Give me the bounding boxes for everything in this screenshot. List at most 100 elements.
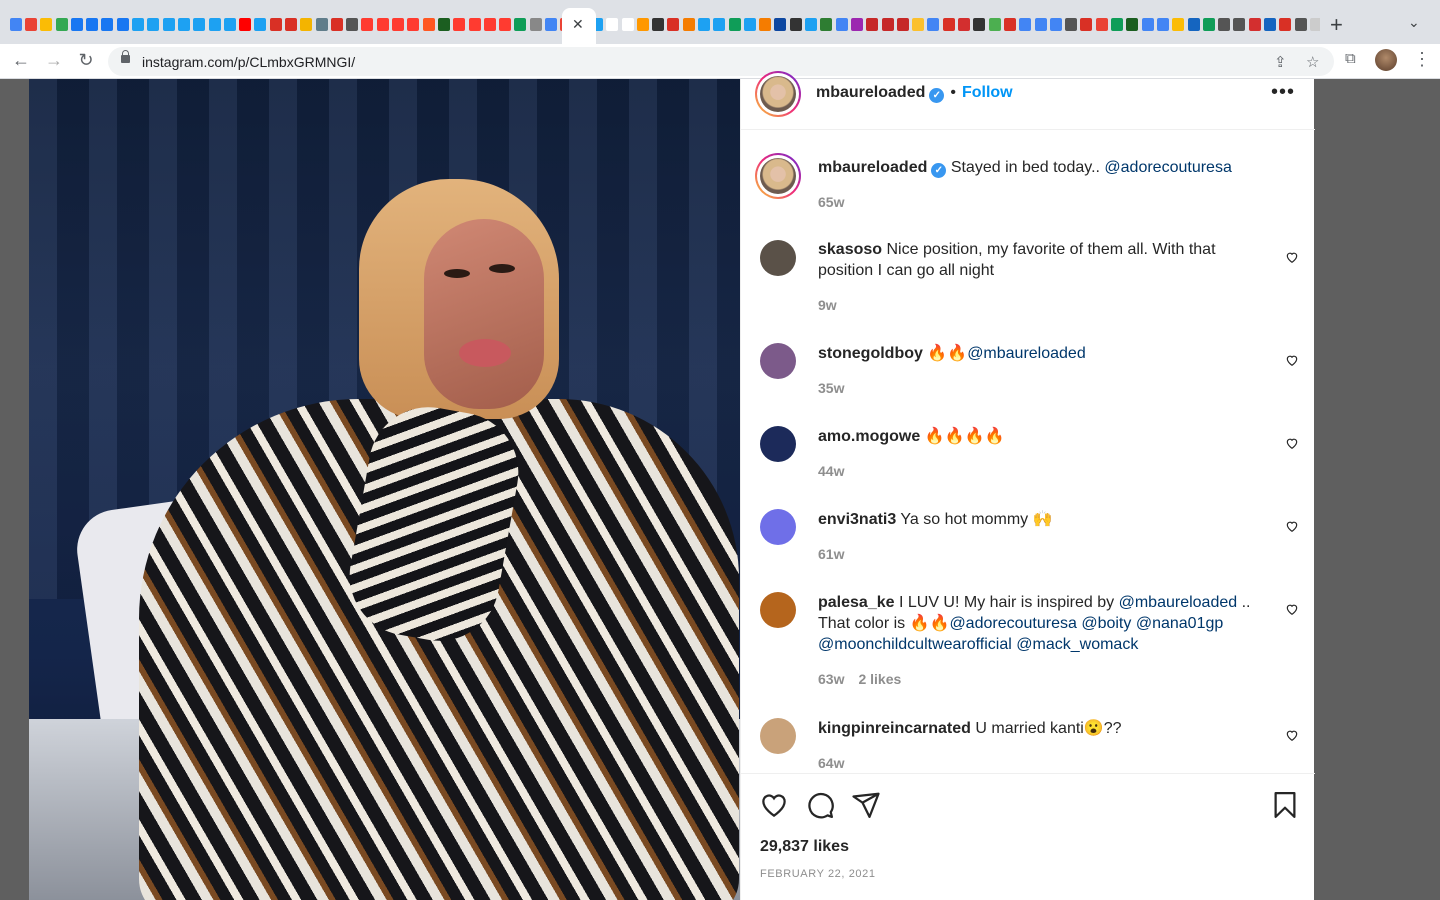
tab-favicon-icon[interactable] — [788, 15, 803, 33]
tab-favicon-icon[interactable] — [1278, 15, 1293, 33]
author-username[interactable]: mbaureloaded — [816, 84, 925, 101]
tab-favicon-icon[interactable] — [513, 15, 528, 33]
profile-avatar[interactable] — [1375, 49, 1397, 71]
tab-favicon-icon[interactable] — [972, 15, 987, 33]
comment-age[interactable]: 44w — [818, 463, 844, 479]
tab-favicon-icon[interactable] — [467, 15, 482, 33]
comment-like-heart-icon[interactable] — [1285, 436, 1299, 450]
tab-favicon-icon[interactable] — [498, 15, 513, 33]
tab-favicon-icon[interactable] — [84, 15, 99, 33]
tab-favicon-icon[interactable] — [253, 15, 268, 33]
tab-favicon-icon[interactable] — [605, 15, 620, 33]
tab-favicon-icon[interactable] — [528, 15, 543, 33]
tab-favicon-icon[interactable] — [1155, 15, 1170, 33]
tab-favicon-icon[interactable] — [543, 15, 558, 33]
tab-favicon-icon[interactable] — [1079, 15, 1094, 33]
tab-favicon-icon[interactable] — [436, 15, 451, 33]
comment-avatar[interactable] — [760, 343, 796, 379]
tab-favicon-icon[interactable] — [237, 15, 252, 33]
tab-favicon-icon[interactable] — [1216, 15, 1231, 33]
tab-favicon-icon[interactable] — [758, 15, 773, 33]
tab-favicon-icon[interactable] — [345, 15, 360, 33]
comment-like-heart-icon[interactable] — [1285, 728, 1299, 742]
tab-search-icon[interactable]: ⌄ — [1408, 14, 1420, 31]
mention-link[interactable]: @adorecouturesa — [1104, 159, 1231, 176]
tab-favicon-icon[interactable] — [834, 15, 849, 33]
tab-favicon-icon[interactable] — [1293, 15, 1308, 33]
comment-like-heart-icon[interactable] — [1285, 353, 1299, 367]
tab-favicon-icon[interactable] — [1247, 15, 1262, 33]
tab-favicon-icon[interactable] — [1094, 15, 1109, 33]
tab-favicon-icon[interactable] — [849, 15, 864, 33]
tab-favicon-icon[interactable] — [681, 15, 696, 33]
post-photo[interactable] — [29, 79, 740, 900]
tab-favicon-icon[interactable] — [865, 15, 880, 33]
back-icon[interactable]: ← — [10, 50, 32, 71]
tab-favicon-icon[interactable] — [1262, 15, 1277, 33]
extensions-icon[interactable]: ⧉ — [1345, 50, 1356, 67]
tab-favicon-icon[interactable] — [650, 15, 665, 33]
tab-favicon-icon[interactable] — [1033, 15, 1048, 33]
tab-favicon-icon[interactable] — [773, 15, 788, 33]
tab-favicon-icon[interactable] — [1186, 15, 1201, 33]
comment-like-heart-icon[interactable] — [1285, 250, 1299, 264]
comment-age[interactable]: 61w — [818, 546, 844, 562]
active-tab[interactable]: ✕ — [562, 8, 596, 44]
comment-username[interactable]: skasoso — [818, 241, 882, 258]
tab-favicon-icon[interactable] — [207, 15, 222, 33]
close-tab-icon[interactable]: ✕ — [572, 16, 584, 33]
mention-link[interactable]: @boity — [1081, 615, 1131, 632]
tab-favicon-icon[interactable] — [176, 15, 191, 33]
comment-age[interactable]: 63w — [818, 671, 844, 687]
tab-favicon-icon[interactable] — [69, 15, 84, 33]
tab-favicon-icon[interactable] — [406, 15, 421, 33]
tab-favicon-icon[interactable] — [146, 15, 161, 33]
caption-avatar[interactable] — [755, 153, 801, 199]
url-text[interactable]: instagram.com/p/CLmbxGRMNGI/ — [142, 54, 355, 70]
tab-favicon-icon[interactable] — [666, 15, 681, 33]
tab-favicon-icon[interactable] — [115, 15, 130, 33]
tab-favicon-icon[interactable] — [8, 15, 23, 33]
comment-username[interactable]: kingpinreincarnated — [818, 720, 971, 737]
paper-plane-icon[interactable] — [851, 790, 881, 820]
likes-count[interactable]: 29,837 likes — [760, 838, 849, 856]
comment-avatar[interactable] — [760, 426, 796, 462]
tab-favicon-icon[interactable] — [1171, 15, 1186, 33]
share-icon[interactable]: ⇪ — [1274, 53, 1287, 71]
tab-favicon-icon[interactable] — [1018, 15, 1033, 33]
tab-favicon-icon[interactable] — [482, 15, 497, 33]
comment-likes-count[interactable]: 2 likes — [858, 671, 901, 687]
comment-username[interactable]: stonegoldboy — [818, 345, 923, 362]
comment-avatar[interactable] — [760, 509, 796, 545]
tab-favicon-icon[interactable] — [329, 15, 344, 33]
tab-favicon-icon[interactable] — [314, 15, 329, 33]
mention-link[interactable]: @mack_womack — [1016, 636, 1138, 653]
tab-favicon-icon[interactable] — [1125, 15, 1140, 33]
tab-favicon-icon[interactable] — [803, 15, 818, 33]
tab-favicon-icon[interactable] — [421, 15, 436, 33]
tab-favicon-icon[interactable] — [222, 15, 237, 33]
comment-avatar[interactable] — [760, 718, 796, 754]
tab-favicon-icon[interactable] — [375, 15, 390, 33]
post-date[interactable]: FEBRUARY 22, 2021 — [760, 868, 876, 880]
tab-favicon-icon[interactable] — [54, 15, 69, 33]
tab-favicon-icon[interactable] — [1109, 15, 1124, 33]
forward-icon[interactable]: → — [43, 50, 65, 71]
tab-favicon-icon[interactable] — [926, 15, 941, 33]
tab-favicon-icon[interactable] — [452, 15, 467, 33]
tab-favicon-icon[interactable] — [742, 15, 757, 33]
comment-username[interactable]: envi3nati3 — [818, 511, 896, 528]
tab-favicon-icon[interactable] — [911, 15, 926, 33]
tab-favicon-icon[interactable] — [620, 15, 635, 33]
tab-favicon-icon[interactable] — [956, 15, 971, 33]
tab-favicon-icon[interactable] — [268, 15, 283, 33]
mention-link[interactable]: @adorecouturesa — [949, 615, 1076, 632]
more-options-icon[interactable]: ••• — [1271, 81, 1295, 104]
tab-favicon-icon[interactable] — [39, 15, 54, 33]
tab-list[interactable] — [8, 15, 1320, 35]
tab-favicon-icon[interactable] — [1063, 15, 1078, 33]
author-avatar[interactable] — [755, 71, 801, 117]
follow-button[interactable]: Follow — [962, 84, 1013, 101]
tab-favicon-icon[interactable] — [712, 15, 727, 33]
mention-link[interactable]: @nana01gp — [1136, 615, 1223, 632]
